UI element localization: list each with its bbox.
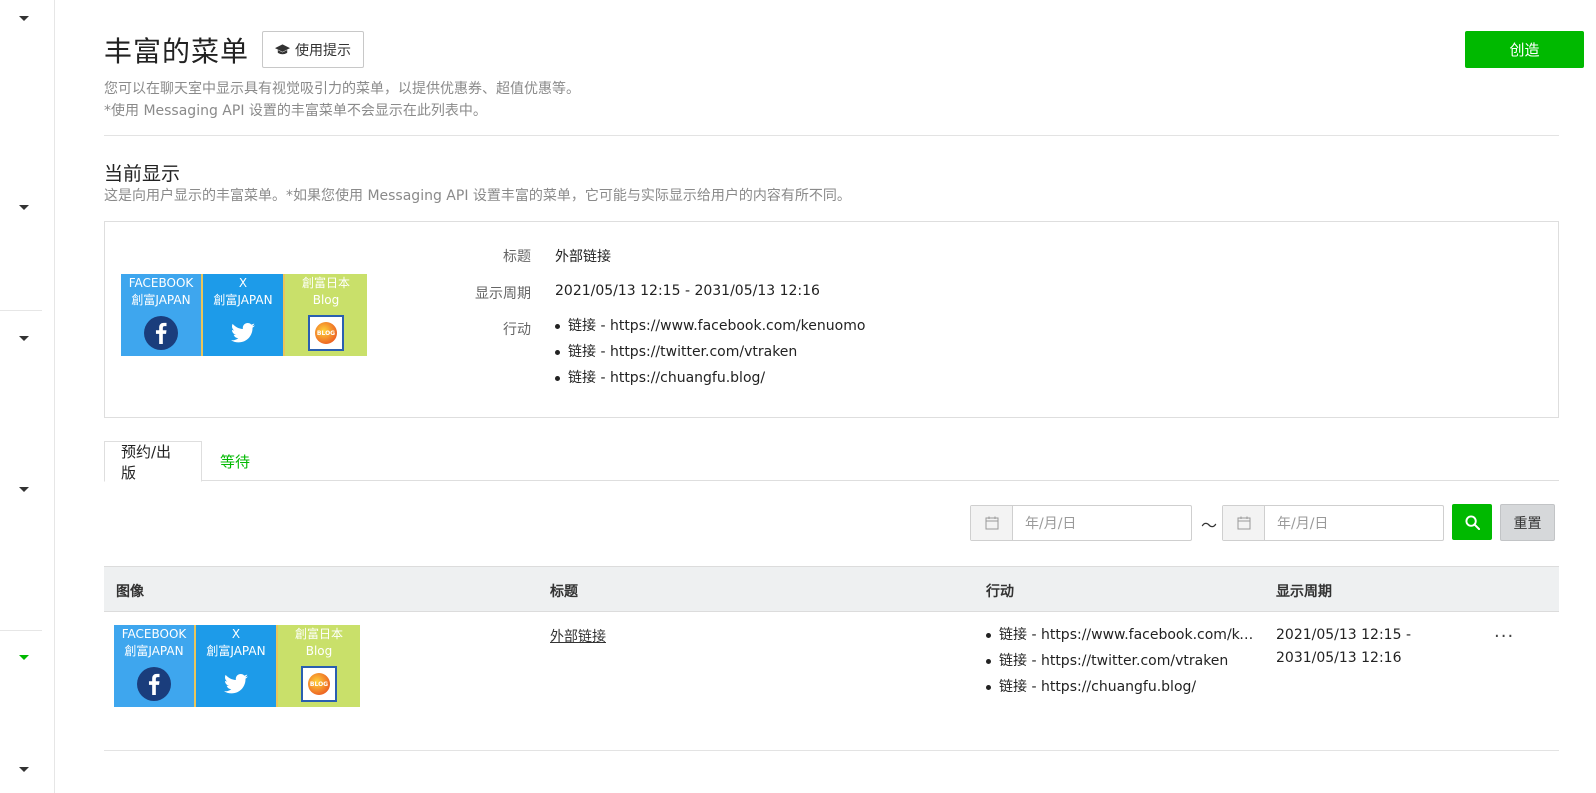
tile-label: FACEBOOK bbox=[121, 627, 187, 641]
main-content: 丰富的菜单 使用提示 创造 您可以在聊天室中显示具有视觉吸引力的菜单，以提供优惠… bbox=[104, 0, 1584, 793]
row-richmenu-image: FACEBOOK 創富JAPAN X 創富JAPAN 創富日本 Blog BLO… bbox=[114, 625, 360, 707]
tile-label: 創富日本 bbox=[294, 627, 343, 641]
tile-label: X bbox=[231, 627, 241, 641]
date-range-separator: ～ bbox=[1201, 516, 1218, 535]
blog-tile: 創富日本 Blog BLOG bbox=[278, 625, 360, 707]
list-item: 链接 - https://chuangfu.blog/ bbox=[555, 365, 865, 391]
x-tile: X 創富JAPAN bbox=[203, 274, 285, 356]
list-item: 链接 - https://twitter.com/vtraken bbox=[555, 339, 865, 365]
tab-scheduled-published[interactable]: 预约/出版 bbox=[104, 441, 202, 482]
search-button[interactable] bbox=[1452, 504, 1492, 540]
row-title-link[interactable]: 外部链接 bbox=[550, 626, 606, 646]
list-item: 链接 - https://twitter.com/vtraken bbox=[986, 648, 1254, 674]
facebook-tile: FACEBOOK 創富JAPAN bbox=[114, 625, 196, 707]
title-value: 外部链接 bbox=[555, 249, 611, 265]
richmenu-image: FACEBOOK 創富JAPAN X 創富JAPAN 創富日本 Blog BLO… bbox=[121, 274, 367, 356]
period-end: 2031/05/13 12:16 bbox=[1276, 650, 1402, 666]
sidebar-divider bbox=[0, 630, 42, 631]
action-text: 链接 - https://chuangfu.blog/ bbox=[999, 679, 1197, 695]
blog-tile: 創富日本 Blog BLOG bbox=[285, 274, 367, 356]
tile-label: Blog bbox=[312, 293, 340, 307]
actions-list: 链接 - https://www.facebook.com/kenuomo 链接… bbox=[555, 313, 865, 391]
usage-tips-label: 使用提示 bbox=[295, 42, 351, 59]
facebook-icon bbox=[137, 667, 171, 701]
list-item: 链接 - https://chuangfu.blog/ bbox=[986, 674, 1254, 700]
tile-label: 創富日本 bbox=[301, 276, 350, 290]
page-description-note: *使用 Messaging API 设置的丰富菜单不会显示在此列表中。 bbox=[104, 103, 487, 119]
create-button[interactable]: 创造 bbox=[1465, 31, 1584, 68]
current-display-title: 当前显示 bbox=[104, 163, 181, 185]
chevron-down-icon[interactable] bbox=[19, 336, 29, 341]
period-start: 2021/05/13 12:15 - bbox=[1276, 627, 1411, 643]
facebook-tile: FACEBOOK 創富JAPAN bbox=[121, 274, 203, 356]
tile-label: 創富JAPAN bbox=[206, 644, 266, 658]
tile-label: 創富JAPAN bbox=[213, 293, 273, 307]
row-period: 2021/05/13 12:15 - 2031/05/13 12:16 bbox=[1276, 624, 1416, 670]
chevron-down-icon[interactable] bbox=[19, 487, 29, 492]
column-header-title: 标题 bbox=[550, 584, 578, 600]
graduation-cap-icon bbox=[275, 43, 290, 54]
column-header-image: 图像 bbox=[116, 584, 144, 600]
period-label: 显示周期 bbox=[475, 286, 531, 302]
tile-label: X bbox=[238, 276, 248, 290]
reset-button[interactable]: 重置 bbox=[1500, 504, 1555, 541]
sidebar bbox=[0, 0, 55, 793]
table-header: 图像 标题 行动 显示周期 bbox=[104, 566, 1559, 612]
twitter-bird-icon bbox=[219, 667, 253, 701]
tab-pending[interactable]: 等待 bbox=[204, 441, 266, 481]
page-title: 丰富的菜单 bbox=[104, 35, 250, 68]
chevron-down-icon[interactable] bbox=[19, 655, 29, 660]
list-item: 链接 - https://www.facebook.com/kenuomo bbox=[555, 313, 865, 339]
facebook-icon bbox=[144, 316, 178, 350]
action-text: 链接 - https://www.facebook.com/kenuomo bbox=[999, 627, 1254, 643]
column-header-period: 显示周期 bbox=[1276, 584, 1332, 600]
row-actions-list: 链接 - https://www.facebook.com/kenuomo 链接… bbox=[986, 622, 1254, 700]
usage-tips-button[interactable]: 使用提示 bbox=[262, 31, 364, 68]
tile-label: FACEBOOK bbox=[128, 276, 194, 290]
period-value: 2021/05/13 12:15 - 2031/05/13 12:16 bbox=[555, 283, 820, 299]
tile-label: 創富JAPAN bbox=[124, 644, 184, 658]
page-description: 您可以在聊天室中显示具有视觉吸引力的菜单，以提供优惠券、超值优惠等。 bbox=[104, 81, 580, 97]
tab-bar: 预约/出版 等待 bbox=[104, 441, 1559, 482]
chevron-down-icon[interactable] bbox=[19, 205, 29, 210]
start-date-input[interactable]: 年/月/日 bbox=[970, 505, 1192, 541]
blog-logo-icon: BLOG bbox=[308, 315, 344, 351]
end-date-placeholder: 年/月/日 bbox=[1277, 516, 1329, 532]
end-date-input[interactable]: 年/月/日 bbox=[1222, 505, 1444, 541]
current-display-description: 这是向用户显示的丰富菜单。*如果您使用 Messaging API 设置丰富的菜… bbox=[104, 188, 851, 204]
more-options-icon[interactable]: ··· bbox=[1494, 626, 1514, 647]
divider bbox=[104, 135, 1559, 136]
blog-logo-icon: BLOG bbox=[301, 666, 337, 702]
chevron-down-icon[interactable] bbox=[19, 767, 29, 772]
chevron-down-icon[interactable] bbox=[19, 16, 29, 21]
title-label: 标题 bbox=[503, 249, 531, 265]
row-divider bbox=[104, 750, 1559, 751]
x-tile: X 創富JAPAN bbox=[196, 625, 278, 707]
calendar-icon[interactable] bbox=[971, 506, 1013, 540]
tile-label: Blog bbox=[305, 644, 333, 658]
search-icon bbox=[1464, 514, 1480, 530]
action-text: 链接 - https://twitter.com/vtraken bbox=[999, 653, 1229, 669]
current-richmenu-card: FACEBOOK 創富JAPAN X 創富JAPAN 創富日本 Blog BLO… bbox=[104, 221, 1559, 418]
list-item: 链接 - https://www.facebook.com/kenuomo bbox=[986, 622, 1254, 648]
tile-label: 創富JAPAN bbox=[131, 293, 191, 307]
blog-badge: BLOG bbox=[315, 322, 337, 344]
column-header-actions: 行动 bbox=[986, 584, 1014, 600]
sidebar-divider bbox=[0, 310, 42, 311]
calendar-icon[interactable] bbox=[1223, 506, 1265, 540]
blog-badge: BLOG bbox=[308, 673, 330, 695]
start-date-placeholder: 年/月/日 bbox=[1025, 516, 1077, 532]
actions-label: 行动 bbox=[503, 322, 531, 338]
twitter-bird-icon bbox=[226, 316, 260, 350]
